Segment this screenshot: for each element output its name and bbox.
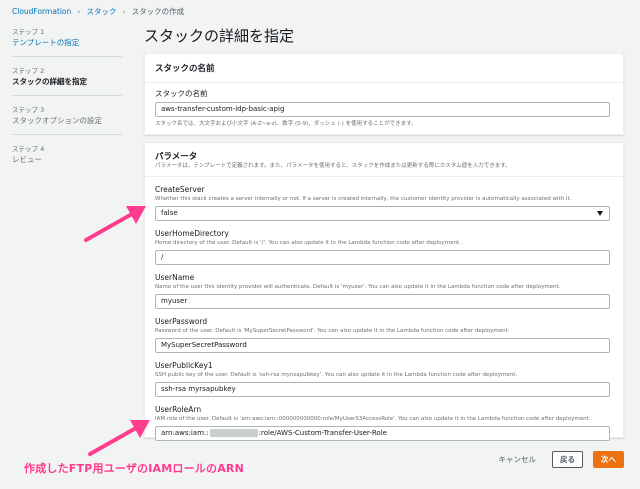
annotation-text: 作成したFTP用ユーザのIAMロールのARN bbox=[24, 462, 245, 475]
redacted-account-id bbox=[209, 429, 258, 437]
step-number: ステップ 3 bbox=[12, 106, 45, 114]
page-title: スタックの詳細を指定 bbox=[144, 27, 295, 45]
caret-down-icon bbox=[597, 211, 603, 216]
arn-prefix: arn:aws:iam:: bbox=[161, 429, 209, 437]
chevron-right-icon: › bbox=[77, 7, 81, 16]
back-button[interactable]: 戻る bbox=[552, 451, 583, 468]
stack-name-panel: スタックの名前 スタックの名前 aws-transfer-custom-idp-… bbox=[144, 53, 624, 135]
field-description: Name of the user this identity provider … bbox=[155, 284, 561, 290]
field-description: Whether this stack creates a server inte… bbox=[155, 196, 572, 202]
parameters-panel: パラメータ パラメータは、テンプレートで定義されます。また、パラメータを使用する… bbox=[144, 142, 624, 441]
createserver-select[interactable]: false bbox=[155, 206, 610, 221]
next-button[interactable]: 次へ bbox=[593, 451, 624, 468]
step-number: ステップ 2 bbox=[12, 67, 45, 75]
username-input[interactable]: myuser bbox=[155, 294, 610, 309]
annotation-arrow-icon bbox=[84, 206, 146, 242]
param-userpublickey1: UserPublicKey1 SSH public key of the use… bbox=[145, 361, 623, 397]
param-username: UserName Name of the user this identity … bbox=[145, 273, 623, 309]
field-label: UserPassword bbox=[155, 317, 208, 326]
userrolearn-input[interactable]: arn:aws:iam:::role/AWS-Custom-Transfer-U… bbox=[155, 426, 610, 441]
step-name[interactable]: テンプレートの指定 bbox=[12, 37, 122, 48]
field-description: Password of the user. Default is 'MySupe… bbox=[155, 328, 510, 334]
panel-header: スタックの名前 bbox=[145, 54, 623, 83]
field-label: UserRoleArn bbox=[155, 405, 202, 414]
userpassword-input[interactable]: MySuperSecretPassword bbox=[155, 338, 610, 353]
field-description: SSH public key of the user. Default is '… bbox=[155, 372, 518, 378]
field-description: Home directory of the user. Default is '… bbox=[155, 240, 461, 246]
step-name: レビュー bbox=[12, 155, 42, 164]
step-name: スタックオプションの設定 bbox=[12, 116, 102, 125]
divider bbox=[12, 134, 122, 135]
breadcrumb-stacks[interactable]: スタック bbox=[86, 6, 116, 17]
panel-header: パラメータ bbox=[155, 152, 198, 162]
field-label: UserPublicKey1 bbox=[155, 361, 213, 370]
step-number: ステップ 4 bbox=[12, 145, 45, 153]
field-label: スタックの名前 bbox=[155, 89, 208, 98]
field-label: UserName bbox=[155, 273, 195, 282]
breadcrumb: CloudFormation › スタック › スタックの作成 bbox=[12, 6, 184, 17]
param-createserver: CreateServer Whether this stack creates … bbox=[145, 185, 623, 221]
arn-suffix: :role/AWS-Custom-Transfer-User-Role bbox=[258, 429, 387, 437]
param-userhomedirectory: UserHomeDirectory Home directory of the … bbox=[145, 229, 623, 265]
chevron-right-icon: › bbox=[122, 7, 126, 16]
param-userrolearn: UserRoleArn IAM role of the user. Defaul… bbox=[145, 405, 623, 441]
annotation-arrow-icon bbox=[88, 420, 150, 456]
breadcrumb-cloudformation[interactable]: CloudFormation bbox=[12, 7, 71, 16]
select-value: false bbox=[161, 209, 178, 217]
divider bbox=[12, 56, 122, 57]
step-2: ステップ 2 スタックの詳細を指定 bbox=[12, 67, 122, 87]
wizard-steps: ステップ 1 テンプレートの指定 ステップ 2 スタックの詳細を指定 ステップ … bbox=[12, 28, 122, 179]
breadcrumb-current: スタックの作成 bbox=[131, 7, 185, 16]
field-label: CreateServer bbox=[155, 185, 205, 194]
step-name: スタックの詳細を指定 bbox=[12, 77, 87, 86]
step-1[interactable]: ステップ 1 テンプレートの指定 bbox=[12, 28, 122, 48]
stack-name-input[interactable]: aws-transfer-custom-idp-basic-apig bbox=[155, 102, 610, 117]
panel-description: パラメータは、テンプレートで定義されます。また、パラメータを使用すると、スタック… bbox=[155, 163, 511, 169]
step-number: ステップ 1 bbox=[12, 28, 45, 36]
field-description: IAM role of the user. Default is 'arn:aw… bbox=[155, 416, 591, 422]
cancel-button[interactable]: キャンセル bbox=[493, 451, 543, 468]
field-hint: スタック名では、大文字および小文字 (A-Z~a-z)、数字 (0-9)、ダッシ… bbox=[155, 121, 417, 127]
userhomedirectory-input[interactable]: / bbox=[155, 250, 610, 265]
step-3: ステップ 3 スタックオプションの設定 bbox=[12, 106, 122, 126]
field-label: UserHomeDirectory bbox=[155, 229, 229, 238]
divider bbox=[12, 95, 122, 96]
divider bbox=[145, 176, 623, 177]
step-4: ステップ 4 レビュー bbox=[12, 145, 122, 165]
param-userpassword: UserPassword Password of the user. Defau… bbox=[145, 317, 623, 353]
userpublickey1-input[interactable]: ssh-rsa myrsapubkey bbox=[155, 382, 610, 397]
wizard-footer: キャンセル 戻る 次へ bbox=[493, 451, 624, 468]
